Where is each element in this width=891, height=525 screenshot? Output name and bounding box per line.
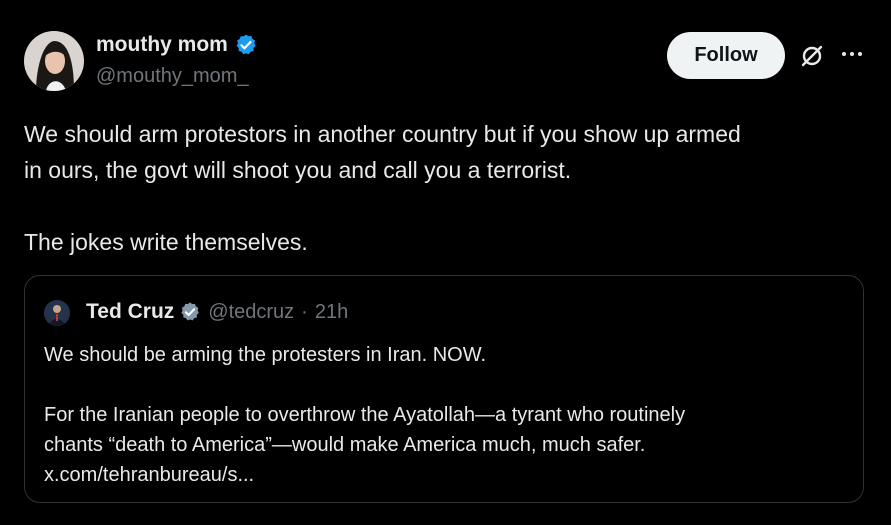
quoted-line: For the Iranian people to overthrow the …	[44, 404, 686, 426]
quoted-header: Ted Cruz @tedcruz · 21h	[86, 300, 348, 324]
government-badge-icon	[181, 302, 200, 321]
meta-separator: ·	[301, 300, 308, 323]
verified-badge-icon	[236, 34, 256, 55]
quoted-line: chants “death to America”—would make Ame…	[44, 434, 646, 456]
quoted-text: We should be arming the protesters in Ir…	[44, 340, 844, 490]
tweet-line: in ours, the govt will shoot you and cal…	[24, 157, 572, 183]
more-options-icon[interactable]	[838, 42, 866, 66]
quoted-author-handle: @tedcruz	[208, 300, 295, 323]
quoted-author-avatar[interactable]	[44, 300, 70, 326]
author-name[interactable]: mouthy mom	[96, 33, 228, 57]
author-avatar[interactable]	[24, 31, 84, 91]
tweet-line: We should arm protestors in another coun…	[24, 121, 741, 147]
quoted-line: We should be arming the protesters in Ir…	[44, 344, 487, 366]
quoted-author-name[interactable]: Ted Cruz	[86, 300, 174, 324]
tweet-line: The jokes write themselves.	[24, 229, 308, 255]
grok-icon[interactable]	[798, 42, 826, 70]
quoted-tweet[interactable]: Ted Cruz @tedcruz · 21h We should be arm…	[24, 275, 864, 503]
quoted-timestamp[interactable]: 21h	[315, 301, 348, 324]
quoted-link[interactable]: x.com/tehranbureau/s...	[44, 460, 844, 490]
follow-button[interactable]: Follow	[667, 32, 785, 79]
author-name-row: mouthy mom	[96, 33, 258, 57]
avatar-image	[24, 31, 84, 91]
tweet-text: We should arm protestors in another coun…	[24, 116, 869, 260]
author-handle[interactable]: @mouthy_mom_	[96, 65, 249, 88]
quoted-avatar-image	[44, 300, 70, 326]
